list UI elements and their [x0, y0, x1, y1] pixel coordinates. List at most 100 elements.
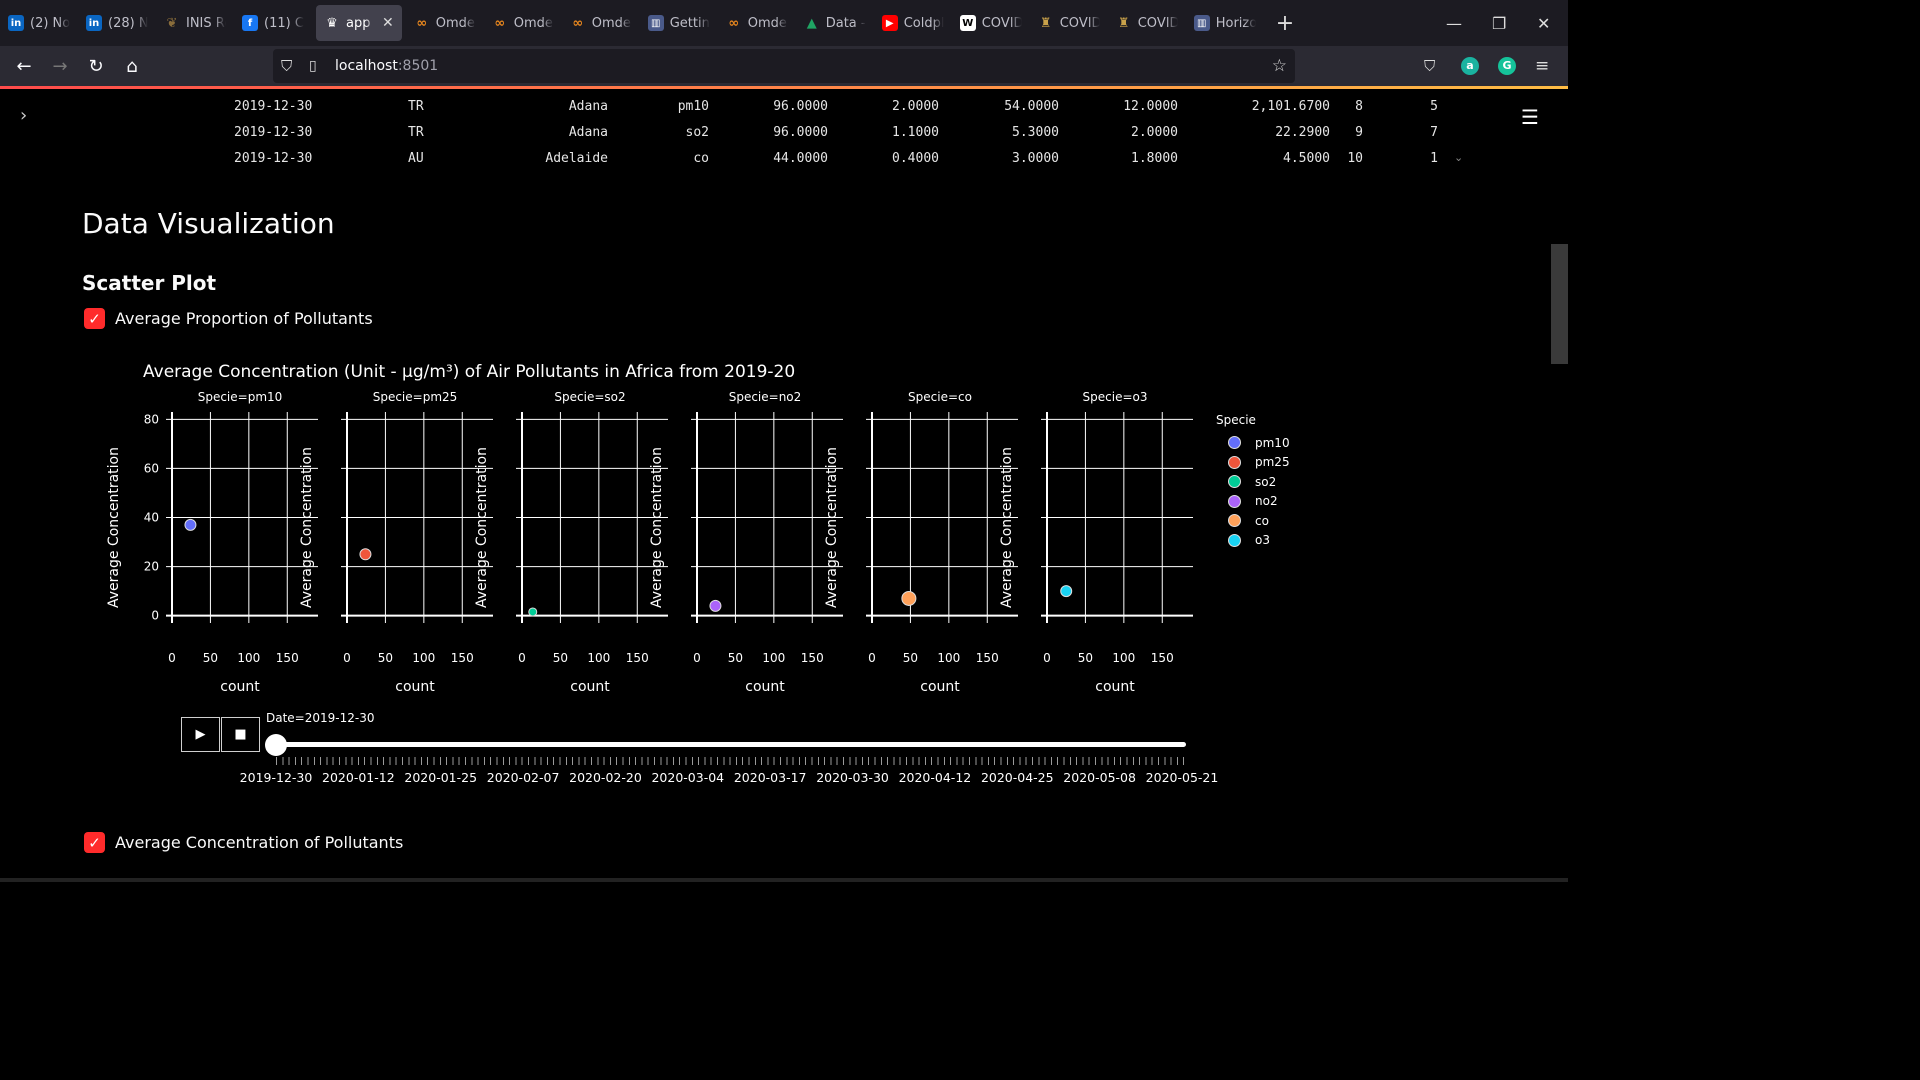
wikipedia-icon: W: [959, 15, 976, 31]
y-tick-label: 80: [144, 412, 159, 426]
x-tick-label: 50: [378, 651, 393, 665]
browser-tab[interactable]: ♜ COVID-: [1030, 0, 1108, 46]
extension-a-icon[interactable]: a: [1461, 57, 1479, 75]
y-axis-label: Average Concentration: [474, 447, 490, 608]
data-point-no2[interactable]: [709, 599, 722, 612]
browser-tab[interactable]: ∞ Omden: [406, 0, 484, 46]
browser-tab[interactable]: ∞ Omden: [484, 0, 562, 46]
forward-icon[interactable]: →: [42, 56, 78, 77]
slider-date-label[interactable]: 2020-03-30: [816, 770, 889, 785]
address-bar[interactable]: ⛉ ▯ localhost:8501 ☆: [273, 49, 1295, 83]
checkmark-icon[interactable]: ✓: [84, 832, 105, 853]
pocket-icon[interactable]: ⛉: [1424, 57, 1435, 75]
browser-tab[interactable]: ▥ Horizor: [1186, 0, 1264, 46]
slider-date-label[interactable]: 2020-01-12: [322, 770, 395, 785]
data-point-co[interactable]: [901, 590, 917, 606]
y-tick-label: 0: [151, 609, 159, 623]
browser-tab[interactable]: f (11) Cri: [234, 0, 312, 46]
stop-button[interactable]: ■: [221, 717, 260, 752]
menu-icon[interactable]: ≡: [1535, 56, 1549, 76]
scrollbar-thumb[interactable]: [1551, 244, 1568, 364]
slider-date-label[interactable]: 2020-02-20: [569, 770, 642, 785]
checkbox-average-concentration[interactable]: ✓ Average Concentration of Pollutants: [84, 832, 403, 853]
y-axis-label: Average Concentration: [106, 447, 122, 608]
browser-tab[interactable]: in (2) Nov: [0, 0, 78, 46]
legend-item-so2[interactable]: so2: [1228, 472, 1290, 492]
close-tab-icon[interactable]: ✕: [382, 15, 394, 31]
legend-marker: [1228, 436, 1241, 450]
x-tick-label: 0: [693, 651, 701, 665]
omdena-icon: ∞: [728, 15, 740, 31]
browser-tab[interactable]: ▥ Getting: [640, 0, 718, 46]
legend-item-co[interactable]: co: [1228, 511, 1290, 531]
facet-title: Specie=so2: [554, 390, 625, 404]
bookmark-star-icon[interactable]: ☆: [1272, 56, 1287, 76]
home-icon[interactable]: ⌂: [114, 56, 150, 77]
browser-tab[interactable]: ♜ COVID-: [1108, 0, 1186, 46]
tab-label: Omden: [591, 15, 632, 31]
tab-label: (2) Nov: [30, 15, 70, 31]
legend-item-no2[interactable]: no2: [1228, 492, 1290, 512]
scatter-chart[interactable]: 0 50 100 150 count Specie=pm10 Average Concent…: [0, 89, 1220, 709]
legend-label: so2: [1255, 474, 1277, 489]
legend-title: Specie: [1216, 413, 1256, 427]
grammarly-icon[interactable]: G: [1498, 57, 1516, 75]
browser-tab[interactable]: W COVID-: [952, 0, 1030, 46]
new-tab-icon[interactable]: +: [1276, 11, 1294, 36]
back-icon[interactable]: ←: [6, 56, 42, 77]
date-slider-handle[interactable]: [265, 734, 287, 756]
x-tick-label: 100: [937, 651, 960, 665]
facet-title: Specie=no2: [729, 390, 802, 404]
table-cell-idx: 9: [1355, 125, 1363, 140]
minimize-icon[interactable]: —: [1446, 0, 1462, 46]
tab-bar: in (2) Nov in (28) No ❦ INIS Re f (11) Cri ♛ app ✕…: [0, 0, 1568, 46]
shield-icon[interactable]: ⛉: [281, 57, 292, 75]
slider-date-label[interactable]: 2020-01-25: [404, 770, 477, 785]
slider-date-label[interactable]: 2020-04-25: [981, 770, 1054, 785]
table-scroll-down-icon[interactable]: ⌄: [1454, 151, 1463, 164]
hamburger-menu-icon[interactable]: ☰: [1521, 105, 1539, 129]
slider-date-label[interactable]: 2020-03-04: [651, 770, 724, 785]
scrollbar[interactable]: [1549, 89, 1568, 882]
x-axis-label: count: [395, 679, 435, 695]
data-point-so2[interactable]: [528, 607, 538, 617]
slider-date-label[interactable]: 2020-02-07: [487, 770, 560, 785]
facet-title: Specie=pm25: [373, 390, 458, 404]
x-tick-label: 100: [587, 651, 610, 665]
browser-tab[interactable]: in (28) No: [78, 0, 156, 46]
slider-current-label: Date=2019-12-30: [266, 711, 375, 725]
linkedin-icon: in: [86, 15, 102, 31]
x-axis-label: count: [1095, 679, 1135, 695]
date-slider-rail[interactable]: [272, 742, 1186, 747]
close-window-icon[interactable]: ✕: [1537, 0, 1550, 46]
animation-controls: ▶ ■: [181, 717, 261, 752]
slider-date-label[interactable]: 2020-05-08: [1063, 770, 1136, 785]
browser-tab[interactable]: ♛ app ✕: [316, 5, 402, 41]
reload-icon[interactable]: ↻: [78, 56, 114, 77]
browser-tab[interactable]: ∞ Omden: [718, 0, 796, 46]
slider-date-label[interactable]: 2020-04-12: [899, 770, 972, 785]
x-tick-label: 150: [1151, 651, 1174, 665]
x-tick-label: 50: [903, 651, 918, 665]
data-point-pm25[interactable]: [359, 548, 372, 561]
table-cell-variance: 2,101.6700: [1251, 99, 1330, 114]
x-tick-label: 0: [168, 651, 176, 665]
legend-item-pm10[interactable]: pm10: [1228, 433, 1290, 453]
data-point-pm10[interactable]: [184, 518, 197, 531]
play-button[interactable]: ▶: [181, 717, 220, 752]
browser-tab[interactable]: ▶ Coldpla: [874, 0, 952, 46]
legend-item-o3[interactable]: o3: [1228, 531, 1290, 551]
data-point-o3[interactable]: [1060, 585, 1073, 598]
x-axis-label: count: [570, 679, 610, 695]
slider-date-label[interactable]: 2020-03-17: [734, 770, 807, 785]
tab-label: Coldpla: [903, 15, 944, 31]
slider-date-label[interactable]: 2020-05-21: [1146, 770, 1219, 785]
legend-item-pm25[interactable]: pm25: [1228, 453, 1290, 473]
slider-date-label[interactable]: 2019-12-30: [240, 770, 313, 785]
x-tick-label: 100: [412, 651, 435, 665]
restore-icon[interactable]: ❐: [1492, 0, 1506, 46]
browser-tab[interactable]: ❦ INIS Re: [156, 0, 234, 46]
page-icon: ▯: [309, 58, 317, 74]
browser-tab[interactable]: ∞ Omden: [562, 0, 640, 46]
browser-tab[interactable]: ▲ Data -: [796, 0, 874, 46]
